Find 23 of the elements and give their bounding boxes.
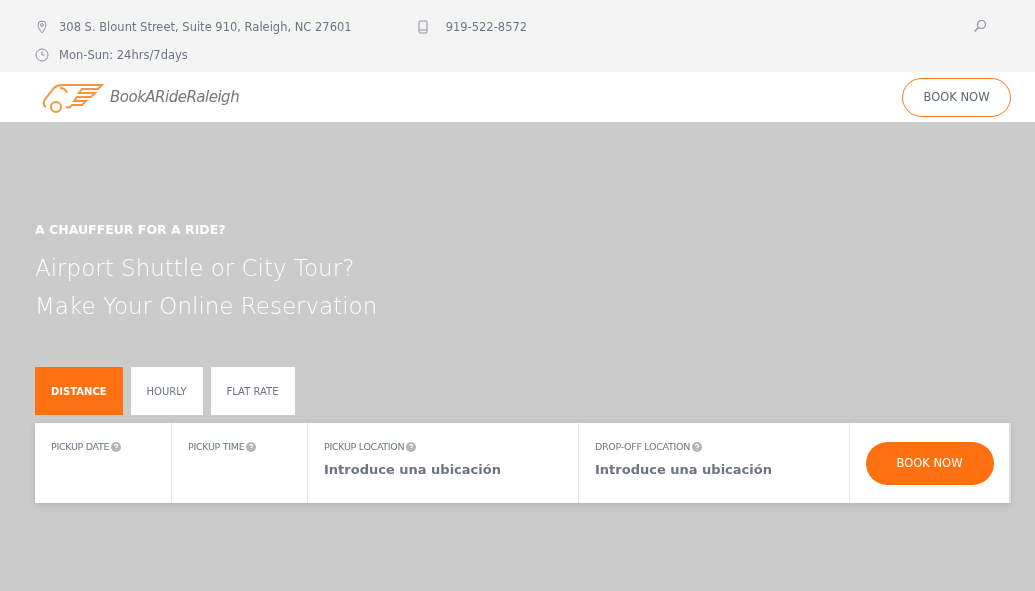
- search-icon[interactable]: [973, 19, 987, 33]
- clock-icon: [35, 48, 49, 62]
- help-icon[interactable]: [111, 441, 122, 452]
- location-field[interactable]: Introduce una ubicación: [595, 462, 825, 477]
- field-label: PICKUP TIME: [188, 441, 245, 452]
- logo-text[interactable]: BookARideRaleigh: [110, 88, 240, 106]
- help-icon[interactable]: [406, 441, 417, 452]
- address-text: 308 S. Blount Street, Suite 910, Raleigh, NC 27601: [59, 20, 352, 34]
- book-now-button[interactable]: BOOK NOW: [902, 77, 1011, 117]
- location-pin-icon: [35, 20, 49, 34]
- phone-icon: [415, 20, 430, 34]
- field-label: PICKUP LOCATION: [324, 441, 405, 452]
- tab[interactable]: DISTANCE: [35, 367, 123, 415]
- book-now-button[interactable]: BOOK NOW: [865, 441, 994, 485]
- tab[interactable]: HOURLY: [130, 367, 203, 415]
- hours-text: Mon-Sun: 24hrs/7days: [59, 48, 188, 62]
- help-icon[interactable]: [691, 441, 702, 452]
- location-field[interactable]: Introduce una ubicación: [324, 462, 554, 477]
- help-icon[interactable]: [246, 441, 257, 452]
- field-label: DROP-OFF LOCATION: [595, 441, 690, 452]
- tab[interactable]: FLAT RATE: [210, 367, 295, 415]
- field-label: PICKUP DATE: [51, 441, 110, 452]
- phone-text: 919-522-8572: [445, 20, 528, 34]
